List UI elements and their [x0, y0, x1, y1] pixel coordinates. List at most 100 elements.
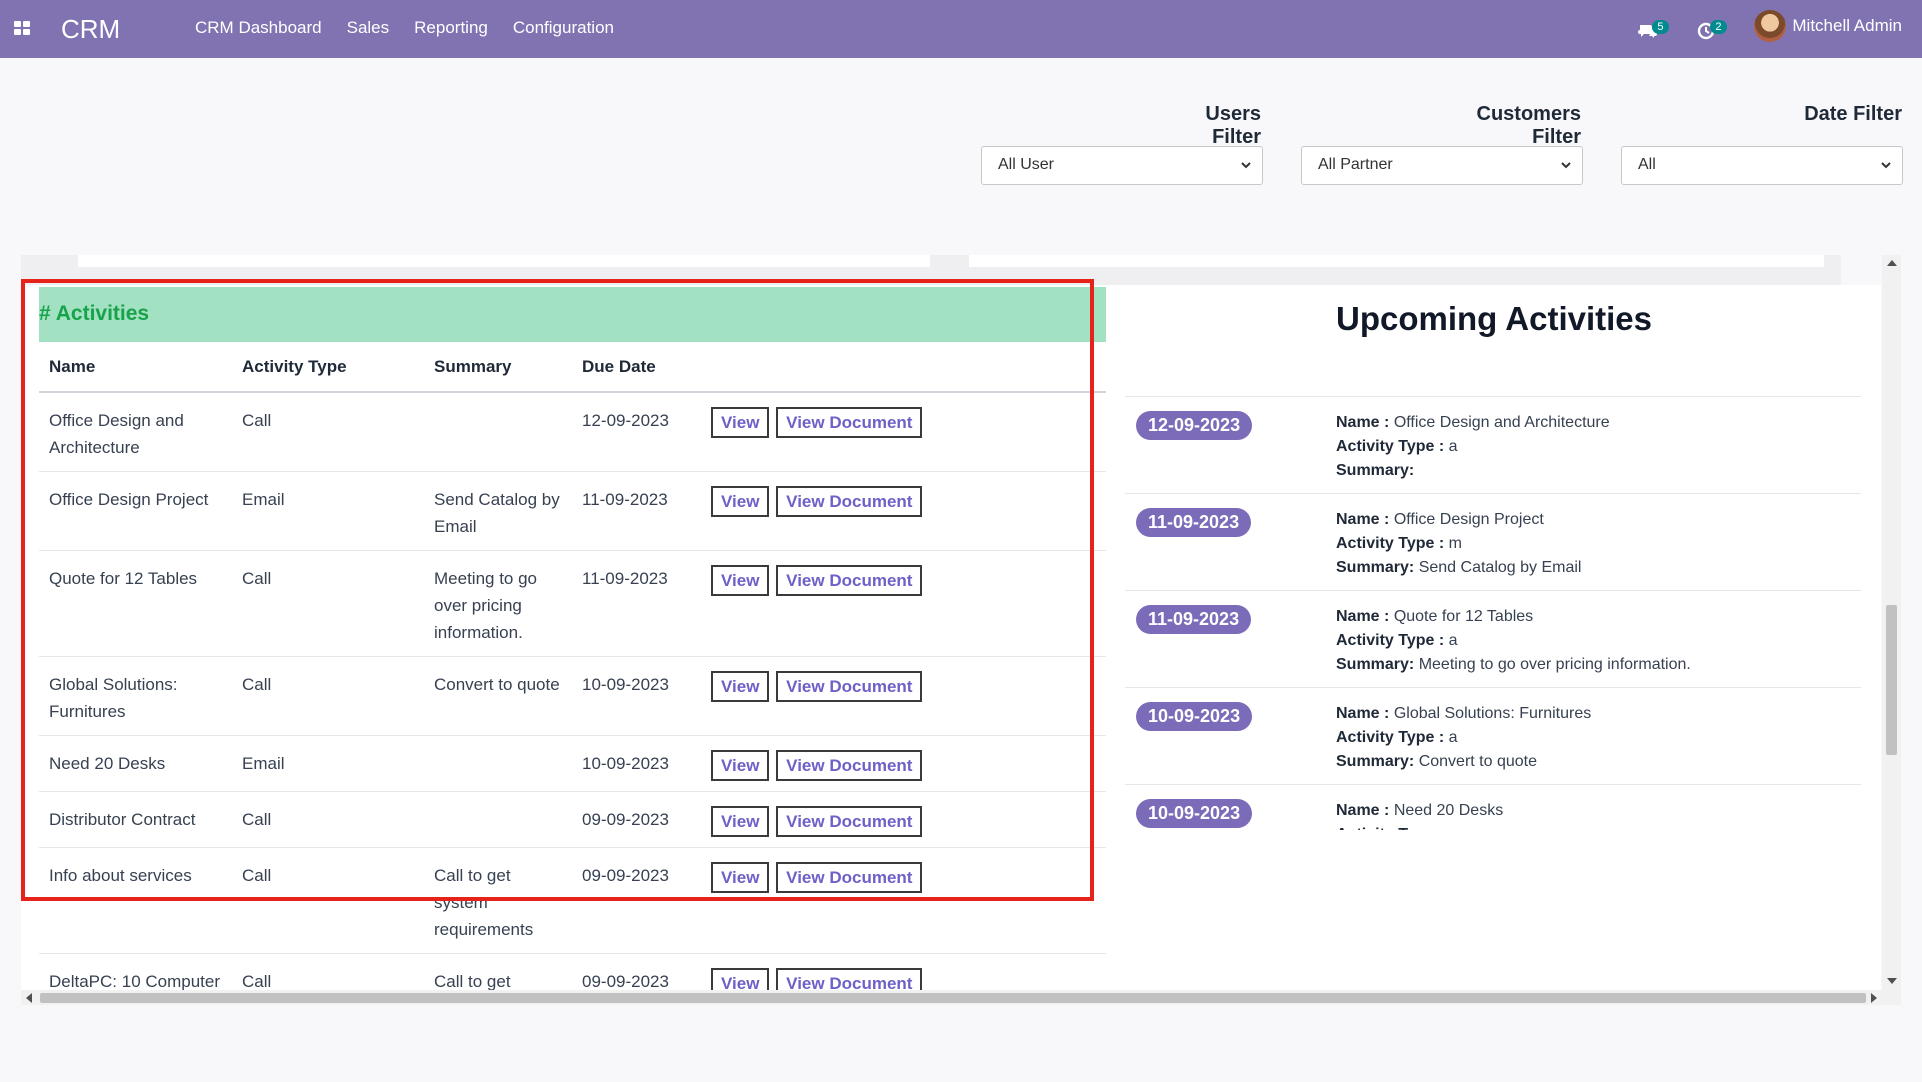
view-document-button[interactable]: View Document	[776, 862, 923, 893]
activities-button[interactable]: 2	[1696, 15, 1727, 40]
date-badge: 10-09-2023	[1136, 799, 1253, 828]
activity-details: Name : Quote for 12 Tables Activity Type…	[1336, 608, 1691, 673]
activity-details: Name : Global Solutions: Furnitures Acti…	[1336, 705, 1592, 770]
vertical-scrollbar[interactable]	[1882, 255, 1901, 990]
menu-reporting[interactable]: Reporting	[414, 18, 488, 38]
cell-name: Global Solutions: Furnitures	[39, 656, 232, 736]
list-item: 11-09-2023 Name : Quote for 12 Tables Ac…	[1125, 590, 1861, 687]
view-document-button[interactable]: View Document	[776, 968, 923, 990]
view-button[interactable]: View	[711, 806, 770, 837]
main-menu: CRM Dashboard Sales Reporting Configurat…	[195, 18, 639, 38]
cell-activity-type: Email	[232, 471, 424, 551]
upper-panels-edge	[21, 255, 1841, 285]
date-filter-label: Date Filter	[1804, 103, 1902, 125]
upper-card-right	[969, 255, 1824, 267]
view-button[interactable]: View	[711, 750, 770, 781]
cell-due-date: 10-09-2023	[572, 735, 701, 792]
activity-details: Name : Office Design Project Activity Ty…	[1336, 511, 1582, 576]
cell-activity-type: Email	[232, 735, 424, 792]
messages-button[interactable]: 5	[1638, 15, 1669, 38]
table-row: Office Design Project Email Send Catalog…	[39, 471, 1106, 551]
activities-title: # Activities	[39, 302, 150, 325]
view-document-button[interactable]: View Document	[776, 565, 923, 596]
upcoming-activities-list: 12-09-2023 Name : Office Design and Arch…	[1125, 396, 1861, 830]
view-button[interactable]: View	[711, 486, 770, 517]
app-brand[interactable]: CRM	[61, 14, 120, 45]
cell-name: DeltaPC: 10 Computer Desks	[39, 953, 232, 990]
cell-due-date: 12-09-2023	[572, 392, 701, 472]
cell-activity-type: Call	[232, 791, 424, 848]
cell-summary	[424, 791, 572, 848]
view-document-button[interactable]: View Document	[776, 750, 923, 781]
activity-details: Name : Office Design and Architecture Ac…	[1336, 414, 1610, 479]
menu-sales[interactable]: Sales	[347, 18, 390, 38]
date-badge: 10-09-2023	[1136, 702, 1253, 731]
chevron-down-icon	[1241, 162, 1251, 169]
table-row: Global Solutions: Furnitures Call Conver…	[39, 656, 1106, 736]
date-badge: 12-09-2023	[1136, 411, 1253, 440]
activities-table: Name Activity Type Summary Due Date Offi…	[39, 342, 1106, 990]
cell-due-date: 11-09-2023	[572, 471, 701, 551]
view-button[interactable]: View	[711, 565, 770, 596]
column-header-activity-type: Activity Type	[232, 342, 424, 393]
date-badge: 11-09-2023	[1136, 508, 1252, 537]
view-button[interactable]: View	[711, 968, 770, 990]
customers-filter-select[interactable]: All Partner	[1301, 146, 1583, 185]
systray: 5 2 Mitchell Admin	[1638, 10, 1902, 42]
users-filter-label: Users Filter	[1205, 103, 1261, 148]
cell-activity-type: Call	[232, 847, 424, 954]
cell-summary: Convert to quote	[424, 656, 572, 736]
table-row: Office Design and Architecture Call 12-0…	[39, 392, 1106, 472]
users-filter-value: All User	[998, 156, 1055, 173]
cell-due-date: 09-09-2023	[572, 847, 701, 954]
horizontal-scrollbar[interactable]	[21, 990, 1901, 1005]
users-filter-select[interactable]: All User	[981, 146, 1263, 185]
cell-summary: Call to get training needs	[424, 953, 572, 990]
cell-due-date: 11-09-2023	[572, 550, 701, 657]
cell-summary: Send Catalog by Email	[424, 471, 572, 551]
vertical-scroll-thumb[interactable]	[1886, 605, 1897, 755]
list-item: 10-09-2023 Name : Need 20 Desks Activity…	[1125, 784, 1861, 830]
customers-filter-label: Customers Filter	[1476, 103, 1581, 148]
table-row: Need 20 Desks Email 10-09-2023 View View…	[39, 735, 1106, 792]
view-document-button[interactable]: View Document	[776, 407, 923, 438]
cell-activity-type: Call	[232, 953, 424, 990]
apps-grid-icon[interactable]	[14, 21, 30, 35]
scroll-up-arrow-icon[interactable]	[1887, 260, 1897, 266]
list-item: 11-09-2023 Name : Office Design Project …	[1125, 493, 1861, 590]
table-row: DeltaPC: 10 Computer Desks Call Call to …	[39, 953, 1106, 990]
date-badge: 11-09-2023	[1136, 605, 1252, 634]
messages-count-badge: 5	[1652, 20, 1669, 34]
scroll-left-arrow-icon[interactable]	[26, 993, 32, 1003]
view-document-button[interactable]: View Document	[776, 671, 923, 702]
column-header-due-date: Due Date	[572, 342, 701, 393]
user-name[interactable]: Mitchell Admin	[1792, 16, 1902, 36]
view-button[interactable]: View	[711, 862, 770, 893]
view-document-button[interactable]: View Document	[776, 806, 923, 837]
date-filter-select[interactable]: All	[1621, 146, 1903, 185]
cell-activity-type: Call	[232, 392, 424, 472]
cell-name: Office Design Project	[39, 471, 232, 551]
activities-count-badge: 2	[1710, 20, 1727, 34]
user-avatar[interactable]	[1754, 10, 1787, 42]
cell-activity-type: Call	[232, 656, 424, 736]
upper-card-left	[78, 255, 930, 267]
scroll-right-arrow-icon[interactable]	[1871, 993, 1877, 1003]
upcoming-activities-title: Upcoming Activities	[1336, 300, 1652, 337]
cell-name: Quote for 12 Tables	[39, 550, 232, 657]
scroll-down-arrow-icon[interactable]	[1887, 978, 1897, 984]
view-button[interactable]: View	[711, 671, 770, 702]
cell-due-date: 09-09-2023	[572, 953, 701, 990]
cell-due-date: 10-09-2023	[572, 656, 701, 736]
date-filter-value: All	[1638, 156, 1656, 173]
view-button[interactable]: View	[711, 407, 770, 438]
top-navbar: CRM CRM Dashboard Sales Reporting Config…	[0, 0, 1922, 58]
activities-table-header: Name Activity Type Summary Due Date	[39, 342, 1106, 393]
menu-crm-dashboard[interactable]: CRM Dashboard	[195, 18, 322, 38]
activity-details: Name : Need 20 Desks Activity Type : m S…	[1336, 802, 1504, 830]
menu-configuration[interactable]: Configuration	[513, 18, 614, 38]
cell-summary: Meeting to go over pricing information.	[424, 550, 572, 657]
horizontal-scroll-thumb[interactable]	[40, 993, 1866, 1003]
view-document-button[interactable]: View Document	[776, 486, 923, 517]
table-row: Info about services Call Call to get sys…	[39, 847, 1106, 954]
